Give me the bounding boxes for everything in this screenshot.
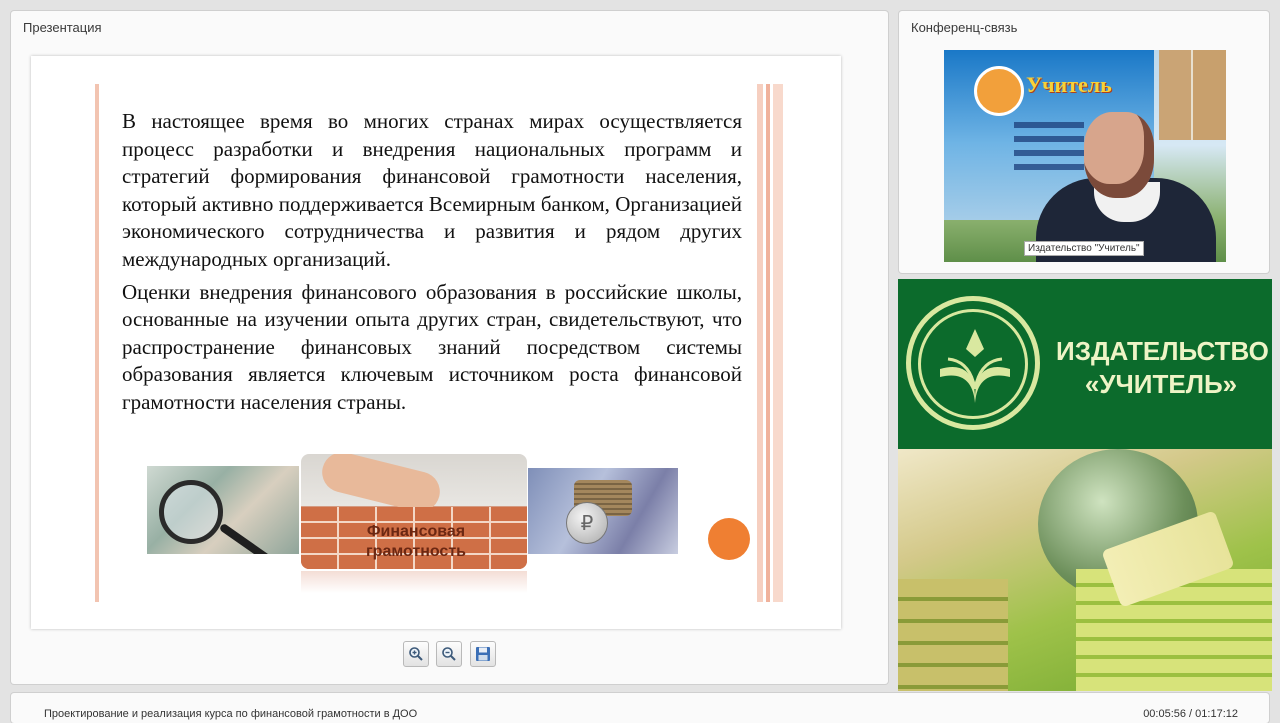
slide-paragraph-1: В настоящее время во многих странах мира…	[122, 109, 742, 271]
poster-lines	[1014, 122, 1084, 174]
presentation-panel-title: Презентация	[23, 20, 102, 35]
poster-logo-icon	[974, 66, 1024, 116]
save-icon	[476, 647, 490, 661]
conference-panel-title: Конференц-связь	[911, 20, 1018, 35]
wall-frames	[1159, 50, 1226, 140]
zoom-out-button[interactable]	[436, 641, 462, 667]
slide-text: В настоящее время во многих странах мира…	[122, 108, 742, 422]
magnifier-on-banknotes-image	[147, 466, 299, 554]
presentation-panel: Презентация В настоящее время во многих …	[11, 11, 888, 684]
publisher-name: ИЗДАТЕЛЬСТВО «УЧИТЕЛЬ»	[1056, 336, 1269, 399]
slide-paragraph-2: Оценки внедрения финансового образования…	[122, 279, 742, 414]
magnifier-lens	[159, 480, 223, 544]
save-button[interactable]	[470, 641, 496, 667]
zoom-in-button[interactable]	[403, 641, 429, 667]
presenter-head	[1084, 112, 1154, 198]
video-caption: Издательство "Учитель"	[1024, 241, 1144, 256]
brick-wall-label: Финансовая грамотность	[366, 523, 466, 560]
video-feed[interactable]: Учитель Издательство "Учитель"	[944, 50, 1226, 262]
magnifier-handle	[218, 522, 273, 554]
conference-panel: Конференц-связь Учитель Издательство "Уч…	[899, 11, 1269, 273]
book-emblem-icon	[940, 329, 1010, 403]
publisher-banner: ИЗДАТЕЛЬСТВО «УЧИТЕЛЬ»	[898, 279, 1272, 449]
footer-bar: Проектирование и реализация курса по фин…	[11, 693, 1269, 723]
zoom-in-icon	[409, 647, 423, 661]
zoom-out-icon	[442, 647, 456, 661]
course-title: Проектирование и реализация курса по фин…	[44, 708, 418, 720]
books-and-globe-image	[898, 449, 1272, 691]
slide-left-stripe	[95, 84, 99, 602]
financial-literacy-bricks-image: Финансовая грамотность	[301, 454, 527, 569]
slide: В настоящее время во многих странах мира…	[31, 56, 841, 629]
orange-circle-decoration	[708, 518, 750, 560]
book-stack-left	[898, 579, 1008, 691]
slide-right-stripe	[757, 84, 783, 602]
coins-on-banknotes-image: ₽	[528, 468, 678, 554]
ruble-coin-icon: ₽	[566, 502, 608, 544]
bricks-reflection	[301, 571, 527, 593]
playback-time: 00:05:56 / 01:17:12	[1143, 708, 1238, 720]
poster-word: Учитель	[1026, 72, 1112, 97]
